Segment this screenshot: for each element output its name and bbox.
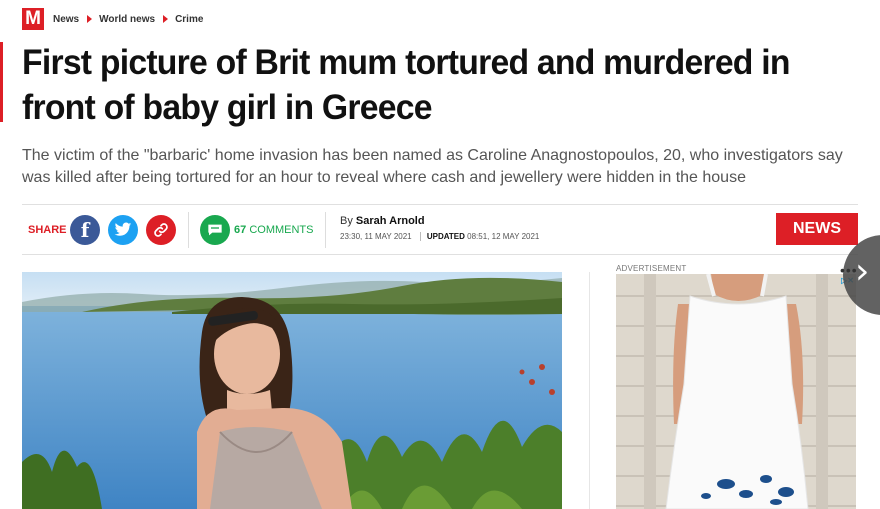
byline-prefix: By (340, 215, 353, 227)
page-title: First picture of Brit mum tortured and m… (22, 42, 790, 127)
comments-button[interactable] (200, 215, 230, 245)
advertisement-label: ADVERTISEMENT (616, 264, 687, 273)
mirror-logo[interactable]: M (22, 8, 44, 30)
comments-label: COMMENTS (249, 224, 314, 236)
headline-accent-bar (0, 42, 3, 122)
comments-link[interactable]: 67 COMMENTS (234, 224, 313, 236)
updated-label: UPDATED (419, 232, 465, 241)
chevron-right-icon (87, 15, 93, 23)
divider (22, 204, 858, 205)
breadcrumb-world-news[interactable]: World news (99, 14, 155, 25)
facebook-share-button[interactable]: f (70, 215, 100, 245)
share-label: SHARE (28, 224, 67, 236)
copy-link-button[interactable] (146, 215, 176, 245)
divider (22, 254, 858, 255)
breadcrumb-crime[interactable]: Crime (175, 14, 203, 25)
breadcrumb: M News World news Crime (22, 8, 203, 30)
divider (325, 212, 326, 248)
comment-icon (208, 224, 222, 236)
byline: By Sarah Arnold (340, 215, 425, 227)
divider (188, 212, 189, 248)
section-badge[interactable]: NEWS (776, 213, 858, 245)
facebook-icon: f (80, 218, 90, 242)
breadcrumb-news[interactable]: News (53, 14, 79, 25)
comments-count: 67 (234, 224, 247, 236)
twitter-share-button[interactable] (108, 215, 138, 245)
published-time: 23:30, 11 MAY 2021 (340, 232, 412, 241)
column-divider (589, 272, 590, 509)
article-dates: 23:30, 11 MAY 2021 UPDATED 08:51, 12 MAY… (340, 232, 539, 241)
article-standfirst: The victim of the "barbaric' home invasi… (22, 147, 843, 186)
article-hero-image[interactable] (22, 272, 562, 509)
chevron-right-icon (163, 15, 169, 23)
more-options-icon[interactable]: ••• (840, 262, 858, 278)
twitter-icon (114, 222, 132, 236)
updated-time: 08:51, 12 MAY 2021 (467, 232, 540, 241)
link-icon (154, 223, 168, 237)
author-link[interactable]: Sarah Arnold (356, 215, 425, 227)
share-bar: SHARE f 67 COMMENTS By Sarah Arnold 23:3… (22, 212, 858, 248)
advertisement-banner[interactable]: ▷✕ (616, 274, 856, 509)
